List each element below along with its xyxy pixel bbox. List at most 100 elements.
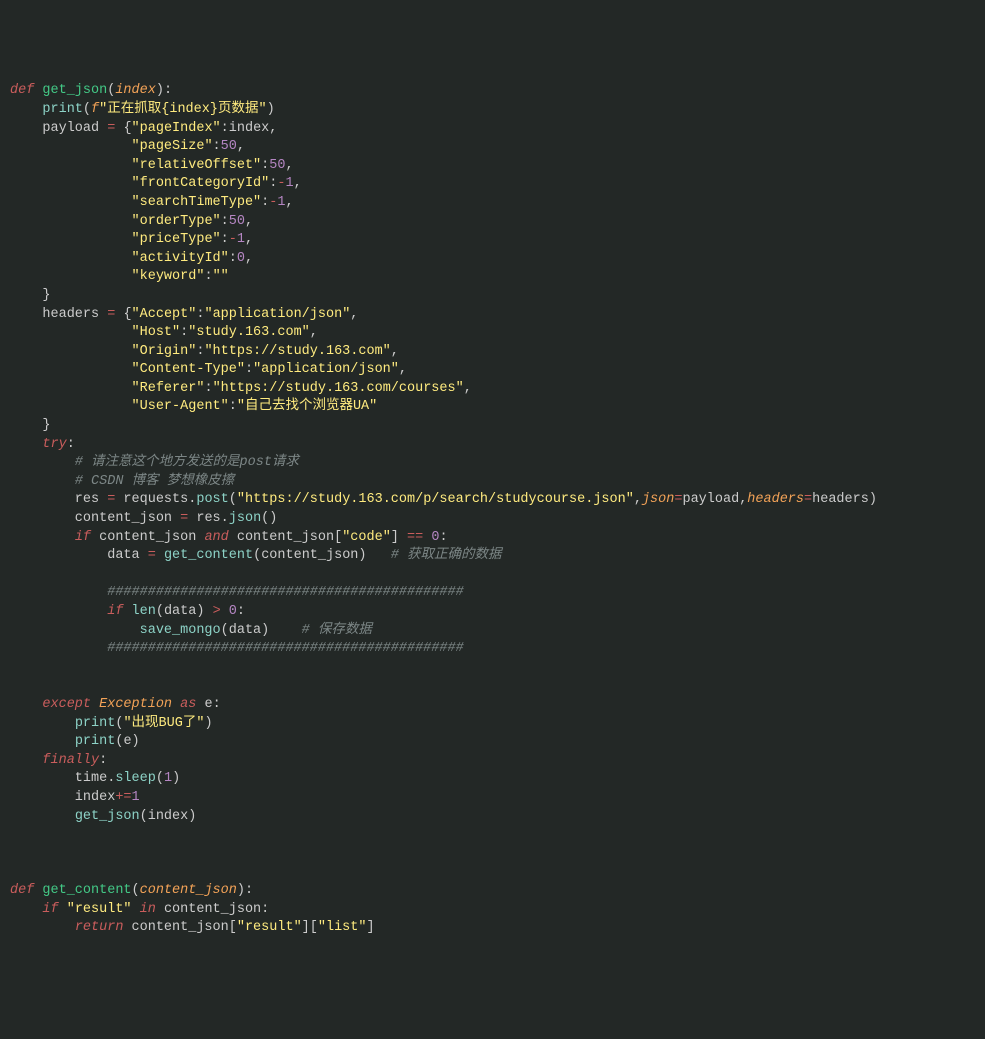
code-line[interactable]: # 请注意这个地方发送的是post请求 [10, 454, 975, 473]
token-op: += [115, 790, 131, 805]
token-plain: content_json [10, 511, 180, 526]
code-line[interactable] [10, 826, 975, 845]
code-line[interactable]: finally: [10, 752, 975, 771]
code-line[interactable] [10, 863, 975, 882]
token-plain [10, 176, 132, 191]
code-line[interactable]: "orderType":50, [10, 213, 975, 232]
token-plain [10, 455, 75, 470]
token-plain: index [229, 121, 270, 136]
code-line[interactable] [10, 659, 975, 678]
code-line[interactable]: def get_json(index): [10, 82, 975, 101]
token-cmt: ########################################… [107, 641, 463, 656]
token-str: "frontCategoryId" [132, 176, 270, 191]
code-line[interactable]: "Origin":"https://study.163.com", [10, 343, 975, 362]
code-line[interactable]: ########################################… [10, 640, 975, 659]
code-line[interactable]: ########################################… [10, 584, 975, 603]
token-punc: , [285, 195, 293, 210]
code-line[interactable]: content_json = res.json() [10, 510, 975, 529]
code-line[interactable]: time.sleep(1) [10, 770, 975, 789]
token-str: "priceType" [132, 232, 221, 247]
code-line[interactable]: "Host":"study.163.com", [10, 324, 975, 343]
code-line[interactable]: headers = {"Accept":"application/json", [10, 306, 975, 325]
token-punc: ) [267, 102, 275, 117]
token-plain [221, 604, 229, 619]
code-line[interactable]: "Content-Type":"application/json", [10, 361, 975, 380]
token-punc: : [99, 753, 107, 768]
token-op: == [407, 530, 423, 545]
code-line[interactable]: "keyword":"" [10, 268, 975, 287]
token-punc: ) [132, 734, 140, 749]
token-punc: ( [83, 102, 91, 117]
code-line[interactable] [10, 677, 975, 696]
token-punc: , [399, 362, 407, 377]
token-op: = [148, 548, 156, 563]
token-punc: . [221, 511, 229, 526]
code-editor[interactable]: def get_json(index): print(f"正在抓取{index}… [10, 82, 975, 937]
code-line[interactable]: "activityId":0, [10, 250, 975, 269]
token-plain: content_json [261, 548, 358, 563]
code-line[interactable]: payload = {"pageIndex":index, [10, 120, 975, 139]
code-line[interactable]: "frontCategoryId":-1, [10, 175, 975, 194]
code-line[interactable]: get_json(index) [10, 808, 975, 827]
token-kw: if [75, 530, 91, 545]
token-punc: : [229, 251, 237, 266]
code-line[interactable] [10, 566, 975, 585]
token-plain [10, 474, 75, 489]
code-line[interactable]: "searchTimeType":-1, [10, 194, 975, 213]
code-line[interactable]: print(e) [10, 733, 975, 752]
token-plain [59, 902, 67, 917]
token-punc: : [245, 362, 253, 377]
code-line[interactable]: } [10, 287, 975, 306]
token-plain [10, 344, 132, 359]
token-op: > [213, 604, 221, 619]
token-plain [10, 214, 132, 229]
token-str: "application/json" [204, 307, 350, 322]
token-punc: ) [237, 883, 245, 898]
token-op: - [229, 232, 237, 247]
code-line[interactable]: index+=1 [10, 789, 975, 808]
token-punc: : [213, 139, 221, 154]
code-line[interactable]: def get_content(content_json): [10, 882, 975, 901]
code-line[interactable]: except Exception as e: [10, 696, 975, 715]
code-line[interactable]: if len(data) > 0: [10, 603, 975, 622]
code-line[interactable]: res = requests.post("https://study.163.c… [10, 491, 975, 510]
code-line[interactable]: try: [10, 436, 975, 455]
code-line[interactable]: print(f"正在抓取{index}页数据") [10, 101, 975, 120]
code-line[interactable]: "priceType":-1, [10, 231, 975, 250]
code-line[interactable]: "pageSize":50, [10, 138, 975, 157]
token-plain [10, 288, 42, 303]
code-line[interactable]: # CSDN 博客 梦想橡皮擦 [10, 473, 975, 492]
token-plain [10, 641, 107, 656]
token-str: "searchTimeType" [132, 195, 262, 210]
token-fncall: get_content [164, 548, 253, 563]
code-line[interactable]: return content_json["result"]["list"] [10, 919, 975, 938]
token-punc: ] [366, 920, 374, 935]
token-str: "https://study.163.com/p/search/studycou… [237, 492, 634, 507]
token-plain: data [229, 623, 261, 638]
token-plain: time [10, 771, 107, 786]
code-line[interactable]: "User-Agent":"自己去找个浏览器UA" [10, 398, 975, 417]
token-plain [10, 362, 132, 377]
token-str: "正在抓取{index}页数据" [99, 102, 266, 117]
code-line[interactable]: if content_json and content_json["code"]… [10, 529, 975, 548]
code-line[interactable]: save_mongo(data) # 保存数据 [10, 622, 975, 641]
token-plain: index [10, 790, 115, 805]
token-plain [10, 902, 42, 917]
code-line[interactable]: "Referer":"https://study.163.com/courses… [10, 380, 975, 399]
code-line[interactable]: print("出现BUG了") [10, 715, 975, 734]
token-num: 1 [285, 176, 293, 191]
token-plain [172, 697, 180, 712]
token-plain [10, 585, 107, 600]
code-line[interactable]: if "result" in content_json: [10, 901, 975, 920]
token-punc: ( [156, 771, 164, 786]
code-line[interactable]: } [10, 417, 975, 436]
code-line[interactable]: data = get_content(content_json) # 获取正确的… [10, 547, 975, 566]
token-plain: payload [682, 492, 739, 507]
token-plain [10, 437, 42, 452]
code-line[interactable]: "relativeOffset":50, [10, 157, 975, 176]
token-str: "result" [67, 902, 132, 917]
code-line[interactable] [10, 845, 975, 864]
token-punc: : [213, 697, 221, 712]
token-fn: get_content [42, 883, 131, 898]
token-plain [123, 604, 131, 619]
